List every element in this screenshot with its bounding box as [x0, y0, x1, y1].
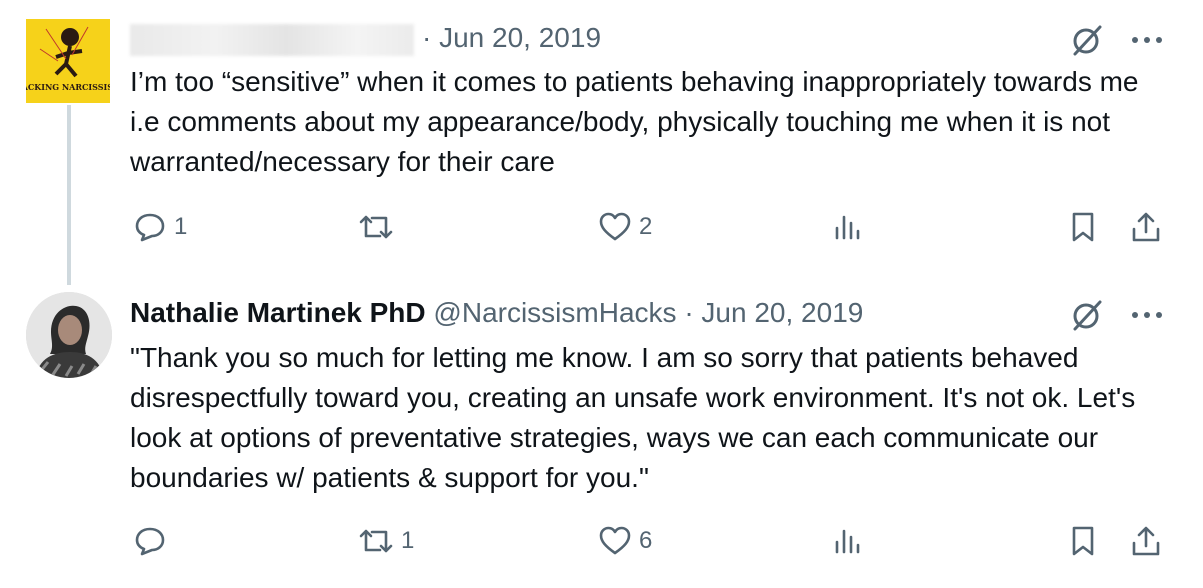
tweet-header: Nathalie Martinek PhD @NarcissismHacks ·… — [130, 295, 863, 331]
views-button[interactable] — [832, 209, 862, 245]
tweet-date[interactable]: Jun 20, 2019 — [701, 297, 863, 328]
tweet-2[interactable]: Nathalie Martinek PhD @NarcissismHacks ·… — [0, 283, 1203, 588]
more-options-icon[interactable] — [1131, 310, 1163, 320]
tweet-1[interactable]: HACKING NARCISSISM · Jun 20, 2019 I’m to… — [0, 0, 1203, 285]
tweet-text: I’m too “sensitive” when it comes to pat… — [130, 66, 1139, 177]
header-separator: · — [422, 22, 432, 53]
retweet-count: 1 — [401, 527, 415, 554]
retweet-icon — [359, 215, 393, 239]
views-button[interactable] — [832, 523, 862, 559]
like-count: 2 — [639, 213, 653, 240]
analytics-icon — [835, 529, 860, 554]
action-bar: 1 2 — [132, 209, 1167, 249]
avatar[interactable] — [26, 292, 112, 378]
share-button[interactable] — [1129, 523, 1163, 559]
share-button[interactable] — [1129, 209, 1163, 245]
like-button[interactable]: 2 — [597, 209, 652, 245]
redacted-author-name — [130, 23, 414, 56]
logo-line-1: HACKING NARCISSISM — [26, 82, 110, 92]
author-handle[interactable]: @NarcissismHacks — [433, 297, 676, 328]
top-right-icons — [1069, 22, 1163, 58]
grok-icon[interactable] — [1069, 22, 1105, 58]
reply-icon — [135, 527, 165, 556]
share-icon — [1132, 212, 1160, 242]
reply-button[interactable] — [132, 523, 174, 559]
tweet-date[interactable]: Jun 20, 2019 — [439, 22, 601, 53]
heart-icon — [599, 526, 631, 555]
bookmark-icon — [1072, 526, 1094, 556]
action-bar: 1 6 — [132, 523, 1167, 563]
reply-button[interactable]: 1 — [132, 209, 187, 245]
bookmark-button[interactable] — [1068, 523, 1098, 559]
reply-icon — [135, 213, 165, 242]
header-separator: · — [684, 297, 694, 328]
author-name[interactable]: Nathalie Martinek PhD — [130, 297, 426, 328]
share-icon — [1132, 526, 1160, 556]
analytics-icon — [835, 215, 860, 240]
retweet-button[interactable] — [357, 209, 401, 245]
thread-line — [67, 105, 71, 285]
tweet-header: · Jun 20, 2019 — [130, 20, 601, 56]
bookmark-button[interactable] — [1068, 209, 1098, 245]
more-options-icon[interactable] — [1131, 35, 1163, 45]
top-right-icons — [1069, 297, 1163, 333]
like-count: 6 — [639, 527, 653, 554]
hacking-narcissism-logo: HACKING NARCISSISM — [26, 19, 110, 103]
like-button[interactable]: 6 — [597, 523, 652, 559]
retweet-button[interactable]: 1 — [357, 523, 414, 559]
heart-icon — [599, 212, 631, 241]
tweet-text: "Thank you so much for letting me know. … — [130, 342, 1136, 493]
grok-icon[interactable] — [1069, 297, 1105, 333]
retweet-icon — [359, 529, 393, 553]
profile-photo-icon — [26, 292, 112, 378]
reply-count: 1 — [174, 213, 188, 240]
bookmark-icon — [1072, 212, 1094, 242]
avatar[interactable]: HACKING NARCISSISM — [26, 19, 110, 103]
